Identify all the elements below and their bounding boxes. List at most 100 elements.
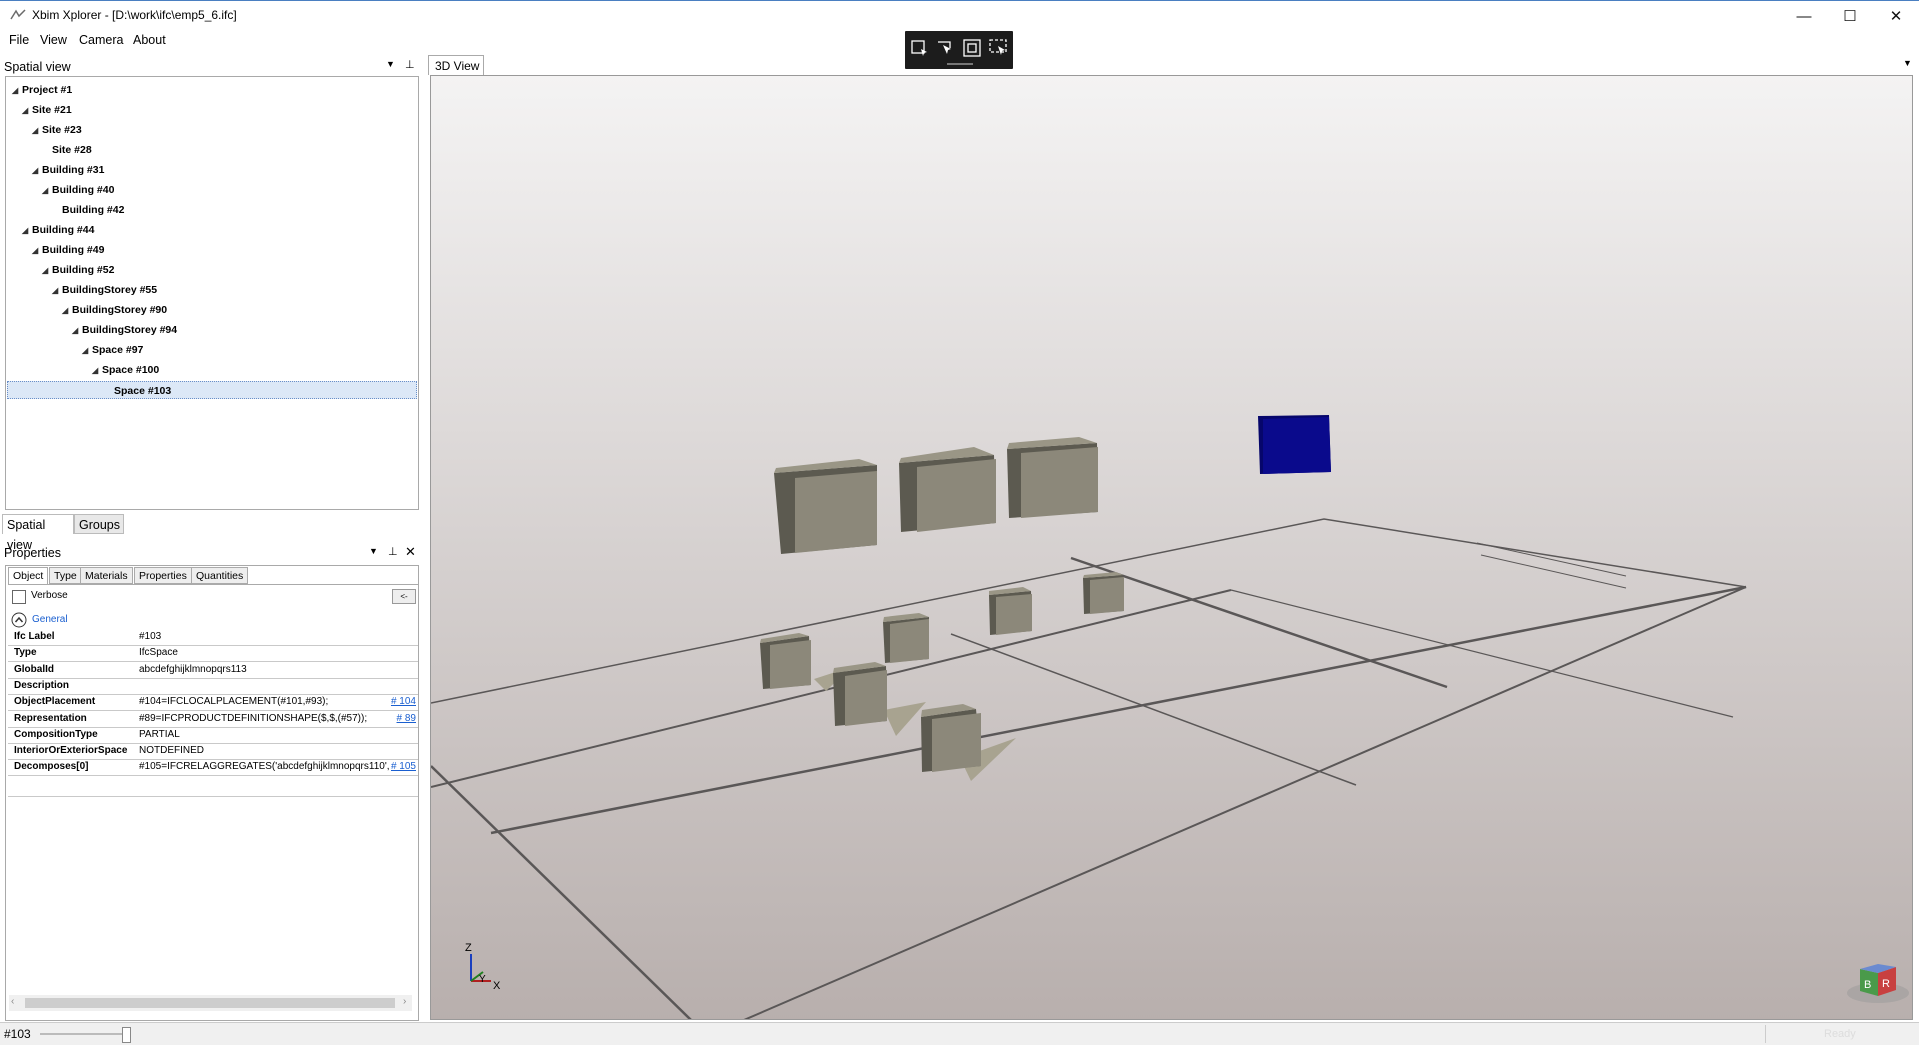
- tree-node[interactable]: ◢ BuildingStorey #55: [52, 281, 157, 299]
- menu-about[interactable]: About: [133, 33, 166, 47]
- property-key: Representation: [14, 712, 87, 724]
- property-key: Decomposes[0]: [14, 761, 89, 773]
- zoom-selected-icon[interactable]: [987, 37, 1009, 59]
- tab-3d-view[interactable]: 3D View: [428, 55, 484, 75]
- expand-arrow-icon[interactable]: ◢: [92, 362, 102, 380]
- property-link[interactable]: # 104: [391, 694, 416, 710]
- property-row[interactable]: Decomposes[0] #105=IFCRELAGGREGATES('abcd…: [8, 759, 418, 777]
- expand-arrow-icon[interactable]: ◢: [72, 322, 82, 340]
- property-key: Type: [14, 647, 37, 659]
- property-link[interactable]: # 105: [391, 759, 416, 775]
- spatial-tree[interactable]: ◢ Project #1 ◢ Site #21 ◢ Site #23 Site #28 ◢ Bu…: [5, 76, 419, 510]
- select-mode-icon[interactable]: [909, 37, 931, 59]
- section-general[interactable]: General: [32, 614, 68, 625]
- tree-node[interactable]: ◢ Building #49: [32, 241, 104, 259]
- axis-label-z: Z: [465, 942, 472, 954]
- tree-node[interactable]: ◢ Space #100: [92, 361, 159, 379]
- tree-node[interactable]: ◢ Project #1: [12, 81, 72, 99]
- expand-arrow-icon[interactable]: ◢: [82, 342, 92, 360]
- close-icon[interactable]: ✕: [405, 544, 416, 560]
- property-value: abcdefghijklmnopqrs113: [139, 663, 247, 675]
- property-row[interactable]: CompositionType PARTIAL: [8, 727, 418, 744]
- panel-dropdown-icon[interactable]: ▼: [369, 546, 378, 556]
- viewport-background: [431, 76, 1912, 1019]
- property-value: PARTIAL: [139, 728, 180, 740]
- tree-node[interactable]: ◢ Site #21: [22, 101, 72, 119]
- menu-camera[interactable]: Camera: [79, 33, 123, 47]
- scroll-right-icon[interactable]: ›: [403, 996, 406, 1007]
- verbose-checkbox[interactable]: [12, 590, 26, 604]
- status-selection: #103: [4, 1027, 31, 1041]
- zoom-slider-track[interactable]: [40, 1033, 130, 1035]
- property-row[interactable]: Type IfcSpace: [8, 645, 418, 663]
- status-ready: Ready: [1824, 1028, 1856, 1040]
- pin-icon[interactable]: ⊥: [388, 545, 398, 558]
- property-value: #104=IFCLOCALPLACEMENT(#101,#93);: [139, 696, 329, 708]
- property-row[interactable]: Ifc Label #103: [8, 629, 418, 646]
- property-link[interactable]: # 89: [397, 711, 416, 727]
- zoom-slider-thumb[interactable]: [121, 1027, 131, 1043]
- property-row[interactable]: Representation #89=IFCPRODUCTDEFINITIONSH…: [8, 711, 418, 728]
- menu-file[interactable]: File: [9, 33, 29, 47]
- panel-dropdown-icon[interactable]: ▼: [386, 59, 395, 69]
- property-value: #105=IFCRELAGGREGATES('abcdefghijklmnopq…: [139, 761, 389, 773]
- 3d-scene[interactable]: Z Y X B R: [431, 76, 1913, 1020]
- app-icon: [10, 9, 26, 20]
- tab-groups[interactable]: Groups: [74, 514, 124, 534]
- tab-properties[interactable]: Properties: [134, 567, 192, 584]
- scroll-left-icon[interactable]: ‹: [11, 996, 14, 1007]
- collapse-button[interactable]: <-: [392, 589, 416, 604]
- tree-node[interactable]: ◢ Site #23: [32, 121, 82, 139]
- tree-node[interactable]: Site #28: [42, 141, 92, 159]
- collapse-section-icon[interactable]: [11, 612, 27, 628]
- property-row[interactable]: Description: [8, 678, 418, 695]
- status-bar: #103 Ready: [0, 1022, 1919, 1045]
- expand-arrow-icon[interactable]: ◢: [42, 262, 52, 280]
- close-button[interactable]: ✕: [1873, 1, 1919, 31]
- pin-icon[interactable]: ⊥: [405, 58, 415, 71]
- tree-node-label: Building #42: [62, 204, 125, 216]
- minimize-button[interactable]: —: [1781, 1, 1827, 31]
- expand-arrow-icon[interactable]: ◢: [52, 282, 62, 300]
- properties-title: Properties: [4, 546, 61, 560]
- maximize-button[interactable]: ☐: [1827, 1, 1873, 31]
- horizontal-scrollbar[interactable]: ‹ ›: [9, 995, 412, 1011]
- expand-arrow-icon[interactable]: ◢: [32, 242, 42, 260]
- tree-node[interactable]: ◢ Building #31: [32, 161, 104, 179]
- tab-quantities[interactable]: Quantities: [191, 567, 249, 584]
- menu-view[interactable]: View: [40, 33, 67, 47]
- tab-materials[interactable]: Materials: [80, 567, 133, 584]
- zoom-extents-icon[interactable]: [961, 37, 983, 59]
- view-menu-icon[interactable]: ▼: [1903, 58, 1912, 68]
- expand-arrow-icon[interactable]: ◢: [22, 102, 32, 120]
- expand-arrow-icon[interactable]: ◢: [42, 182, 52, 200]
- property-row[interactable]: GlobalId abcdefghijklmnopqrs113: [8, 662, 418, 679]
- tree-node-label: Building #52: [52, 264, 115, 276]
- verbose-label: Verbose: [31, 590, 68, 601]
- 3d-viewport[interactable]: Z Y X B R: [430, 75, 1913, 1020]
- tree-node[interactable]: Building #42: [52, 201, 124, 219]
- tree-node[interactable]: ◢ Space #97: [82, 341, 143, 359]
- tree-node[interactable]: ◢ Building #52: [42, 261, 114, 279]
- scrollbar-thumb[interactable]: [25, 998, 395, 1008]
- property-row[interactable]: InteriorOrExteriorSpace NOTDEFINED: [8, 743, 418, 761]
- tab-type[interactable]: Type: [49, 567, 82, 584]
- expand-arrow-icon[interactable]: ◢: [22, 222, 32, 240]
- tab-spatial-view[interactable]: Spatial view: [2, 514, 74, 552]
- tree-node[interactable]: ◢ Building #44: [22, 221, 94, 239]
- property-value: NOTDEFINED: [139, 745, 204, 757]
- selected-box[interactable]: [1258, 415, 1331, 474]
- pick-icon[interactable]: [935, 37, 957, 59]
- expand-arrow-icon[interactable]: ◢: [12, 82, 22, 100]
- expand-arrow-icon[interactable]: ◢: [62, 302, 72, 320]
- tab-object[interactable]: Object: [8, 567, 49, 585]
- tree-node[interactable]: ◢ Building #40: [42, 181, 114, 199]
- tree-node[interactable]: ◢ BuildingStorey #90: [62, 301, 167, 319]
- expand-arrow-icon[interactable]: ◢: [32, 122, 42, 140]
- expand-arrow-icon[interactable]: ◢: [32, 162, 42, 180]
- tree-node[interactable]: Space #103: [7, 381, 417, 399]
- property-row[interactable]: ObjectPlacement #104=IFCLOCALPLACEMENT(#1…: [8, 694, 418, 712]
- axis-label-y: Y: [479, 974, 486, 985]
- toolbar-grip[interactable]: [947, 63, 973, 65]
- tree-node[interactable]: ◢ BuildingStorey #94: [72, 321, 177, 339]
